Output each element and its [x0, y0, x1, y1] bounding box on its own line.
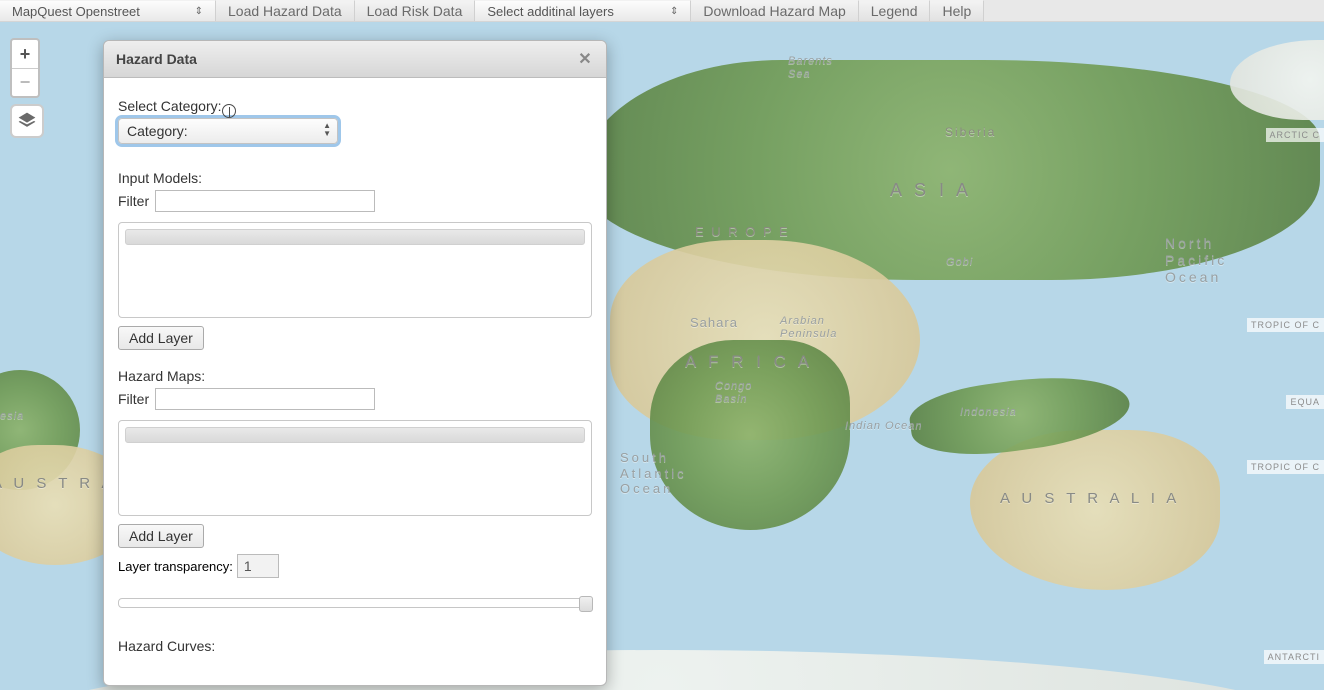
- map-label: Siberia: [945, 125, 996, 139]
- layer-transparency-label: Layer transparency:: [118, 559, 233, 574]
- category-select[interactable]: Category: ▲▼: [118, 118, 338, 144]
- zoom-in-button[interactable]: +: [12, 40, 38, 68]
- help-button[interactable]: Help: [930, 0, 984, 21]
- map-label: A U S T R A L I A: [1000, 490, 1180, 507]
- map-label: Gobi: [946, 256, 973, 269]
- map-label: Arabian Peninsula: [780, 315, 837, 341]
- layers-icon: [17, 111, 37, 131]
- chevron-updown-icon: ⇕: [195, 6, 203, 17]
- layer-transparency-input[interactable]: [237, 554, 279, 578]
- chevron-updown-icon: ▲▼: [323, 122, 331, 138]
- dialog-body: Select Category: Category: ▲▼ Input Mode…: [104, 78, 606, 685]
- listbox-header: [125, 229, 585, 245]
- map-label: Indian Ocean: [845, 420, 922, 433]
- input-models-filter-input[interactable]: [155, 190, 375, 212]
- zoom-out-button[interactable]: −: [12, 68, 38, 96]
- basemap-select-value: MapQuest Openstreet: [12, 4, 140, 19]
- map-label: esia: [0, 410, 24, 423]
- map-label: Sahara: [690, 315, 738, 331]
- add-layer-hazard-maps-button[interactable]: Add Layer: [118, 524, 204, 548]
- map-label: A S I A: [890, 180, 972, 201]
- hazard-curves-heading: Hazard Curves:: [118, 638, 592, 654]
- listbox-header: [125, 427, 585, 443]
- hazard-maps-filter-label: Filter: [118, 391, 149, 407]
- layers-button[interactable]: [10, 104, 44, 138]
- select-category-label: Select Category:: [118, 98, 592, 114]
- scale-equator: EQUA: [1286, 395, 1324, 409]
- zoom-control: + −: [10, 38, 40, 98]
- hazard-maps-heading: Hazard Maps:: [118, 368, 592, 384]
- legend-button[interactable]: Legend: [859, 0, 931, 21]
- dialog-title: Hazard Data: [116, 51, 197, 67]
- map-label: A F R I C A: [685, 352, 813, 372]
- input-models-listbox[interactable]: [118, 222, 592, 318]
- input-models-heading: Input Models:: [118, 170, 592, 186]
- transparency-slider[interactable]: [118, 596, 592, 610]
- slider-thumb[interactable]: [579, 596, 593, 612]
- input-models-filter-label: Filter: [118, 193, 149, 209]
- top-toolbar: MapQuest Openstreet ⇕ Load Hazard Data L…: [0, 0, 1324, 22]
- additional-layers-value: Select additinal layers: [487, 4, 613, 19]
- load-hazard-data-button[interactable]: Load Hazard Data: [216, 0, 355, 21]
- scale-tropic2: TROPIC OF C: [1247, 460, 1324, 474]
- map-label: South Atlantic Ocean: [620, 450, 687, 497]
- load-risk-data-button[interactable]: Load Risk Data: [355, 0, 476, 21]
- hazard-maps-listbox[interactable]: [118, 420, 592, 516]
- add-layer-input-models-button[interactable]: Add Layer: [118, 326, 204, 350]
- slider-track: [118, 598, 592, 608]
- map-label: E U R O P E: [695, 224, 790, 239]
- scale-tropic: TROPIC OF C: [1247, 318, 1324, 332]
- map-label: Barents Sea: [788, 55, 833, 81]
- basemap-select[interactable]: MapQuest Openstreet ⇕: [0, 0, 216, 21]
- map-label: Congo Basin: [715, 380, 752, 406]
- close-icon[interactable]: ✕: [576, 49, 594, 69]
- category-select-value: Category:: [127, 123, 188, 139]
- hazard-maps-filter-input[interactable]: [155, 388, 375, 410]
- map-label: North Pacific Ocean: [1165, 235, 1227, 285]
- additional-layers-select[interactable]: Select additinal layers ⇕: [475, 0, 691, 21]
- chevron-updown-icon: ⇕: [670, 6, 678, 17]
- dialog-header[interactable]: Hazard Data ✕: [104, 41, 606, 78]
- scale-antarctic: ANTARCTI: [1264, 650, 1324, 664]
- download-hazard-map-button[interactable]: Download Hazard Map: [691, 0, 858, 21]
- map-label: Indonesia: [960, 406, 1017, 419]
- hazard-data-dialog: Hazard Data ✕ Select Category: Category:…: [103, 40, 607, 686]
- scale-arctic: ARCTIC C: [1266, 128, 1324, 142]
